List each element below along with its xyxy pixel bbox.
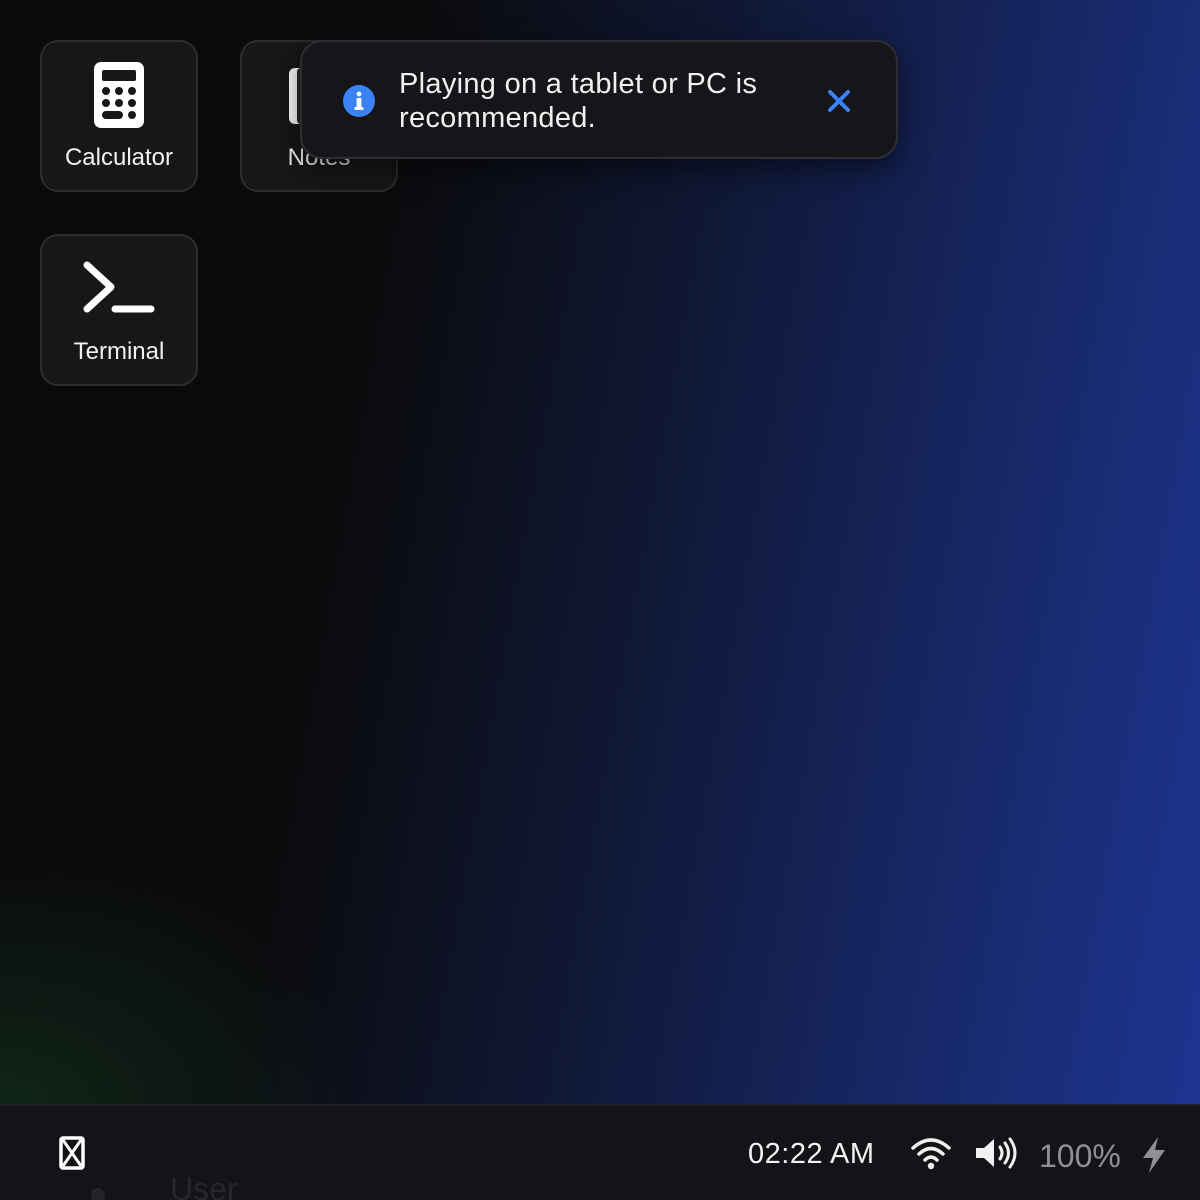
user-label: User [170, 1171, 238, 1200]
info-icon [343, 85, 375, 117]
calculator-app-icon[interactable]: Calculator [40, 40, 198, 192]
terminal-app-icon[interactable]: Terminal [40, 234, 198, 386]
hourglass-icon[interactable] [58, 1136, 86, 1170]
terminal-app-label: Terminal [73, 338, 165, 365]
volume-icon[interactable] [974, 1136, 1018, 1170]
notification-message: Playing on a tablet or PC is recommended… [399, 68, 758, 134]
taskbar: User 02:22 AM 100% [0, 1104, 1200, 1200]
wifi-icon[interactable] [910, 1136, 952, 1170]
calculator-app-label: Calculator [64, 144, 174, 171]
battery-percentage: 100% [1039, 1138, 1121, 1174]
calculator-icon [42, 62, 196, 128]
desktop: Calculator Notes Terminal Playing on a t… [0, 0, 1200, 1200]
lightning-bolt-icon [1143, 1137, 1165, 1173]
clock[interactable]: 02:22 AM [748, 1136, 875, 1172]
notification-toast: Playing on a tablet or PC is recommended… [300, 40, 898, 159]
terminal-icon [42, 256, 196, 322]
close-icon[interactable] [824, 86, 854, 116]
user-button: User [88, 1168, 288, 1200]
user-avatar-dot [91, 1188, 105, 1200]
